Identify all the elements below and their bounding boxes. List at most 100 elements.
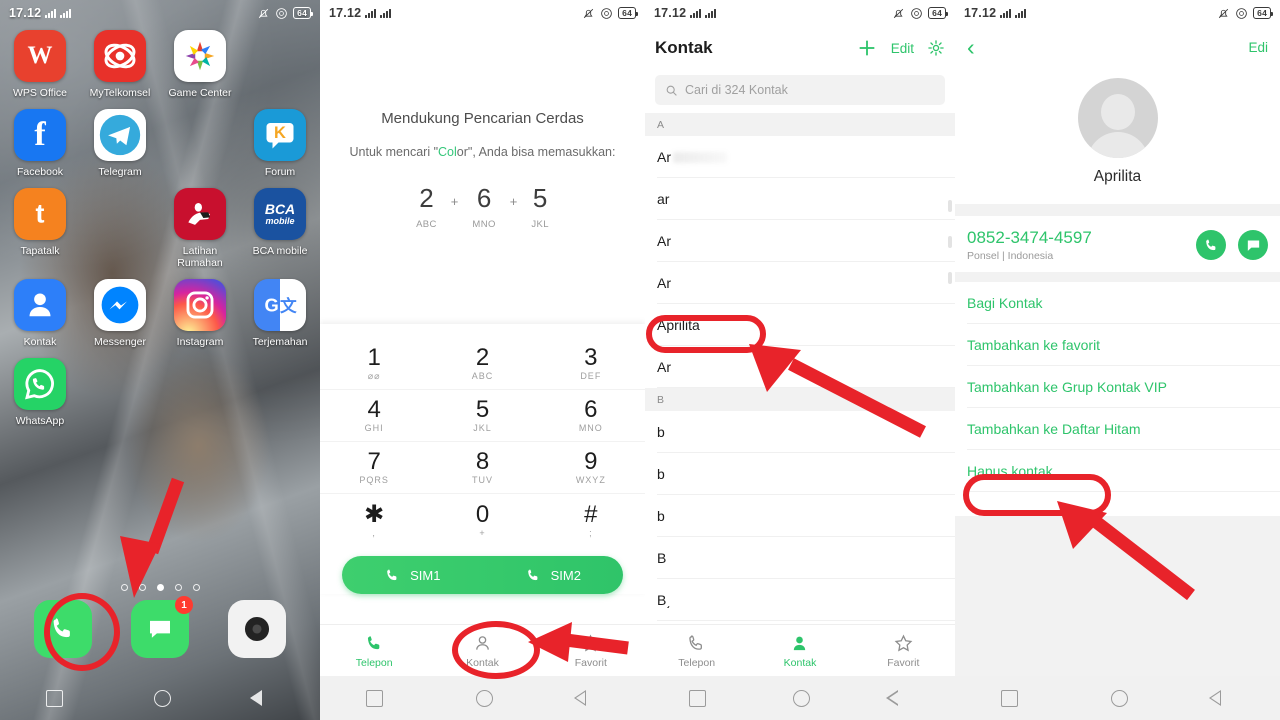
app-mytelkomsel[interactable]: MyTelkomsel <box>80 30 160 99</box>
equation-plus: + <box>450 194 459 209</box>
key-#[interactable]: #; <box>537 494 645 546</box>
equation-number: 2 <box>419 183 434 213</box>
key-6[interactable]: 6 MNO <box>536 390 645 442</box>
dock-camera-app[interactable] <box>228 600 287 658</box>
tab-telepon[interactable]: Telepon <box>645 625 748 676</box>
bell-muted-icon <box>259 8 269 18</box>
camera-icon <box>245 616 270 642</box>
back-chevron-icon[interactable]: ‹ <box>967 35 975 59</box>
key-5[interactable]: 5 JKL <box>428 390 537 442</box>
phone-number-row[interactable]: 0852-3474-4597 Ponsel | Indonesia <box>955 216 1280 272</box>
key-✱[interactable]: ✱, <box>320 494 428 546</box>
app-empty-slot <box>80 358 160 427</box>
call-button[interactable] <box>1196 230 1226 260</box>
contact-row[interactable]: b <box>645 453 955 495</box>
key-9[interactable]: 9 WXYZ <box>536 442 645 494</box>
gear-icon[interactable] <box>927 39 945 57</box>
edit-button[interactable]: Edi <box>1248 40 1268 55</box>
recents-button[interactable] <box>1001 689 1019 707</box>
phone-number: 0852-3474-4597 <box>967 228 1092 247</box>
contact-row[interactable]: Ar <box>645 262 955 304</box>
section-divider-2 <box>955 272 1280 282</box>
phone-icon <box>689 634 703 650</box>
search-icon <box>666 85 677 96</box>
app-kontak[interactable]: Kontak <box>0 279 80 348</box>
home-button[interactable] <box>1110 689 1128 707</box>
contact-row[interactable]: b <box>645 495 955 537</box>
sim2-call-button[interactable]: SIM2 <box>525 567 581 584</box>
contact-row[interactable]: ar <box>645 178 955 220</box>
signal-bars-2-icon <box>705 8 717 18</box>
system-nav-bar <box>955 676 1280 720</box>
home-button[interactable] <box>475 689 493 707</box>
back-button[interactable] <box>1208 689 1234 707</box>
alphabet-scroll-index[interactable] <box>948 200 952 284</box>
app-forum[interactable]: K Forum <box>240 109 320 178</box>
message-button[interactable] <box>1238 230 1268 260</box>
back-button[interactable] <box>886 689 911 707</box>
app-label: WhatsApp <box>15 415 65 427</box>
app-game-center[interactable]: Game Center <box>160 30 240 99</box>
tab-telepon[interactable]: Telepon <box>320 625 428 676</box>
tab-favorit[interactable]: Favorit <box>852 625 955 676</box>
key-2[interactable]: 2 ABC <box>428 338 537 390</box>
tab-kontak[interactable]: Kontak <box>748 625 851 676</box>
contact-row[interactable]: Ar <box>645 136 955 178</box>
key-letters: WXYZ <box>575 475 606 485</box>
signal-bars-icon <box>365 8 377 18</box>
key-4[interactable]: 4 GHI <box>320 390 429 442</box>
add-vip-group-option[interactable]: Tambahkan ke Grup Kontak VIP <box>955 366 1280 408</box>
back-button[interactable] <box>249 689 275 707</box>
sim1-call-button[interactable]: SIM1 <box>384 567 440 584</box>
key-1[interactable]: 1 ⌀⌀ <box>320 338 429 390</box>
app-bca-mobile[interactable]: BCA mobile BCA mobile <box>240 188 320 269</box>
app-wps-office[interactable]: W WPS Office <box>0 30 80 99</box>
home-button[interactable] <box>153 689 171 707</box>
section-divider <box>955 204 1280 216</box>
contact-icon <box>476 635 489 650</box>
app-instagram[interactable]: Instagram <box>160 279 240 348</box>
app-facebook[interactable]: f Facebook <box>0 109 80 178</box>
latihan-rumahan-icon <box>174 188 226 240</box>
add-contact-icon[interactable] <box>856 37 878 59</box>
contact-row[interactable]: Ar <box>645 220 955 262</box>
app-label: Kontak <box>23 336 57 348</box>
key-3[interactable]: 3 DEF <box>536 338 645 390</box>
option-label: Tambahkan ke favorit <box>967 337 1101 353</box>
redacted-text <box>673 151 727 163</box>
contact-row[interactable]: B <box>645 537 955 579</box>
equation-number: 6 <box>476 183 492 213</box>
recents-button[interactable] <box>45 689 63 707</box>
key-7[interactable]: 7 PQRS <box>320 442 429 494</box>
forum-icon: K <box>254 109 306 161</box>
add-blacklist-option[interactable]: Tambahkan ke Daftar Hitam <box>955 408 1280 450</box>
share-contact-option[interactable]: Bagi Kontak <box>955 282 1280 324</box>
key-letters: + <box>479 527 486 538</box>
whatsapp-icon <box>14 358 66 410</box>
app-tapatalk[interactable]: t Tapatalk <box>0 188 80 269</box>
add-favorite-option[interactable]: Tambahkan ke favorit <box>955 324 1280 366</box>
key-8[interactable]: 8 TUV <box>428 442 537 494</box>
app-messenger[interactable]: Messenger <box>80 279 160 348</box>
home-button[interactable] <box>793 689 811 707</box>
sim1-label: SIM1 <box>410 567 441 583</box>
app-google-translate[interactable]: G 文 Terjemahan <box>240 279 320 348</box>
recents-button[interactable] <box>366 689 384 707</box>
dock-phone-app[interactable] <box>33 600 92 658</box>
app-whatsapp[interactable]: WhatsApp <box>0 358 80 427</box>
edit-button[interactable]: Edit <box>891 41 914 56</box>
contact-name: B <box>657 550 667 566</box>
app-latihan-rumahan[interactable]: Latihan Rumahan <box>160 188 240 269</box>
option-label: Tambahkan ke Daftar Hitam <box>967 421 1141 437</box>
back-button[interactable] <box>573 689 599 707</box>
app-telegram[interactable]: Telegram <box>80 109 160 178</box>
key-0[interactable]: 0 + <box>428 494 536 546</box>
recents-button[interactable] <box>688 689 706 707</box>
delete-contact-option[interactable]: Hapus kontak <box>955 450 1280 492</box>
contact-row[interactable]: B͵ <box>645 579 955 621</box>
dock-messages-app[interactable]: 1 <box>130 596 193 658</box>
equation-letters: JKL <box>531 219 549 230</box>
hint-pre: Untuk mencari " <box>349 145 439 159</box>
hint-post: or", Anda bisa memasukkan: <box>456 145 616 159</box>
search-input[interactable]: Cari di 324 Kontak <box>655 75 945 105</box>
